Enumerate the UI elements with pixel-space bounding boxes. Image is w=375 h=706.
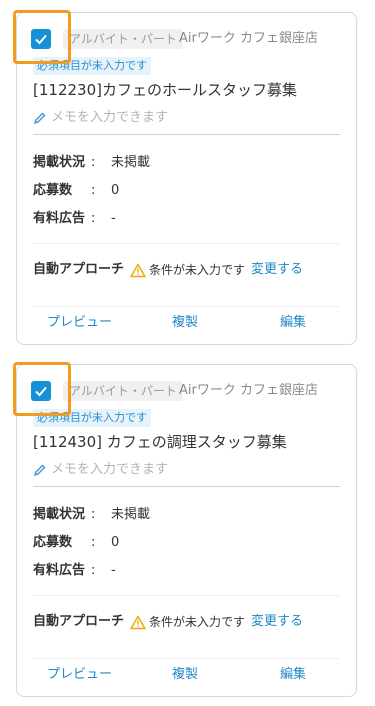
paid-ad-value: -	[111, 211, 116, 226]
auto-approach-label: 自動アプローチ	[33, 262, 125, 277]
memo-placeholder: メモを入力できます	[51, 462, 169, 477]
store-name: Airワーク カフェ銀座店	[179, 31, 318, 46]
copy-button[interactable]: 複製	[172, 665, 198, 685]
edit-button[interactable]: 編集	[280, 665, 306, 685]
job-title[interactable]: [112430] カフェの調理スタッフ募集	[33, 431, 287, 453]
auto-approach-change-link[interactable]: 変更する	[251, 261, 303, 279]
status-value: 未掲載	[111, 507, 151, 522]
preview-button[interactable]: プレビュー	[47, 665, 112, 685]
card-actions: プレビュー 複製 編集	[17, 313, 356, 337]
applications-label: 応募数	[33, 183, 73, 198]
paid-ad-row: 有料広告 : -	[33, 211, 116, 226]
auto-approach-row: 自動アプローチ 条件が未入力です 変更する	[33, 261, 303, 279]
paid-ad-label: 有料広告	[33, 211, 86, 226]
required-missing-tag: 必須項目が未入力です	[33, 57, 151, 75]
job-card: アルバイト・パート Airワーク カフェ銀座店 必須項目が未入力です [1122…	[13, 10, 357, 345]
paid-ad-label: 有料広告	[33, 563, 86, 578]
select-checkbox[interactable]	[31, 29, 51, 49]
status-row: 掲載状況 : 未掲載	[33, 507, 151, 522]
divider	[33, 243, 340, 244]
store-name: Airワーク カフェ銀座店	[179, 383, 318, 398]
applications-row: 応募数 : 0	[33, 183, 120, 198]
status-value: 未掲載	[111, 155, 151, 170]
copy-button[interactable]: 複製	[172, 313, 198, 333]
pencil-icon	[33, 112, 46, 125]
auto-approach-warning: 条件が未入力です	[149, 263, 246, 277]
applications-row: 応募数 : 0	[33, 535, 120, 550]
status-label: 掲載状況	[33, 155, 86, 170]
required-missing-tag: 必須項目が未入力です	[33, 409, 151, 427]
check-icon	[35, 34, 47, 45]
job-title[interactable]: [112230]カフェのホールスタッフ募集	[33, 79, 297, 101]
auto-approach-row: 自動アプローチ 条件が未入力です 変更する	[33, 613, 303, 631]
applications-value: 0	[111, 183, 120, 198]
divider	[33, 658, 340, 659]
select-checkbox[interactable]	[31, 381, 51, 401]
divider	[33, 595, 340, 596]
applications-label: 応募数	[33, 535, 73, 550]
warning-icon	[130, 263, 146, 278]
status-label: 掲載状況	[33, 507, 86, 522]
memo-field[interactable]: メモを入力できます	[33, 461, 168, 479]
memo-placeholder: メモを入力できます	[51, 110, 169, 125]
memo-field[interactable]: メモを入力できます	[33, 109, 168, 127]
status-row: 掲載状況 : 未掲載	[33, 155, 151, 170]
divider	[33, 486, 340, 487]
warning-icon	[130, 615, 146, 630]
card-actions: プレビュー 複製 編集	[17, 665, 356, 689]
employment-type-tag: アルバイト・パート	[63, 381, 183, 401]
divider	[33, 306, 340, 307]
divider	[33, 134, 340, 135]
preview-button[interactable]: プレビュー	[47, 313, 112, 333]
paid-ad-row: 有料広告 : -	[33, 563, 116, 578]
applications-value: 0	[111, 535, 120, 550]
paid-ad-value: -	[111, 563, 116, 578]
employment-type-tag: アルバイト・パート	[63, 29, 183, 49]
auto-approach-label: 自動アプローチ	[33, 614, 125, 629]
auto-approach-warning: 条件が未入力です	[149, 615, 246, 629]
edit-button[interactable]: 編集	[280, 313, 306, 333]
pencil-icon	[33, 464, 46, 477]
auto-approach-change-link[interactable]: 変更する	[251, 613, 303, 631]
check-icon	[35, 386, 47, 397]
job-card: アルバイト・パート Airワーク カフェ銀座店 必須項目が未入力です [1124…	[13, 362, 357, 697]
